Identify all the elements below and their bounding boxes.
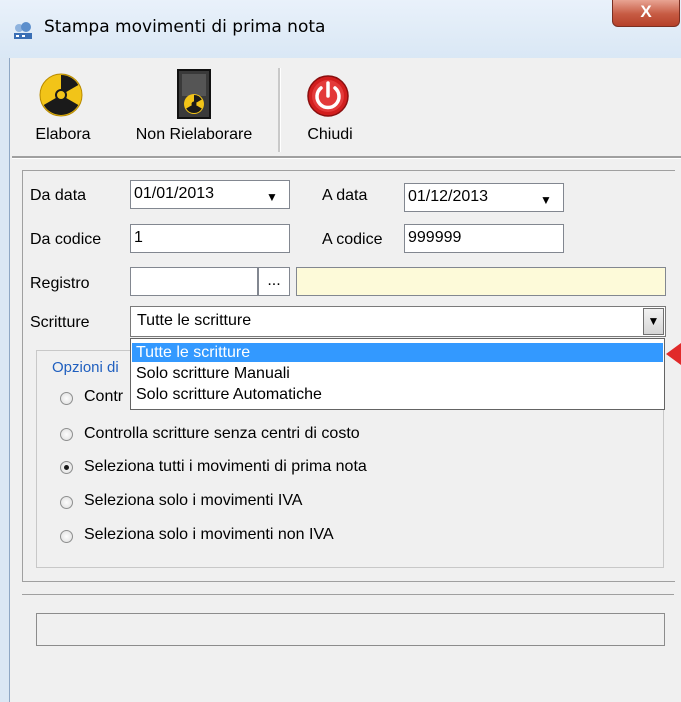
chiudi-label: Chiudi [307, 126, 353, 143]
elabora-button[interactable]: Elabora [14, 62, 112, 154]
app-icon [14, 22, 32, 39]
dropdown-option[interactable]: Tutte le scritture [132, 343, 663, 362]
close-window-button[interactable]: X [612, 0, 680, 27]
dropdown-option[interactable]: Solo scritture Automatiche [132, 385, 663, 404]
a-codice-field[interactable]: 999999 [404, 224, 564, 253]
a-data-value: 01/12/2013 [408, 188, 489, 205]
registro-field[interactable] [130, 267, 258, 296]
da-codice-label: Da codice [30, 231, 102, 248]
a-data-label: A data [322, 187, 368, 204]
da-data-field[interactable]: 01/01/2013 ▼ [130, 180, 290, 209]
dropdown-option[interactable]: Solo scritture Manuali [132, 364, 663, 383]
radio-option-4[interactable] [60, 530, 73, 543]
registro-label: Registro [30, 275, 90, 292]
scritture-label: Scritture [30, 314, 90, 331]
non-rielaborare-button[interactable]: Non Rielaborare [114, 62, 274, 154]
pointer-arrow-icon [666, 343, 681, 365]
option-label: Contr [84, 388, 124, 405]
option-label: Seleziona solo i movimenti IVA [84, 492, 303, 509]
options-group-title: Opzioni di [50, 359, 121, 376]
progress-bar [36, 613, 665, 646]
window-frame [0, 58, 10, 702]
toolbar-separator [278, 68, 281, 152]
non-rielaborare-label: Non Rielaborare [135, 126, 253, 143]
window-title: Stampa movimenti di prima nota [44, 17, 326, 37]
da-data-value: 01/01/2013 [134, 185, 215, 202]
a-data-field[interactable]: 01/12/2013 ▼ [404, 183, 564, 212]
radio-option-2[interactable] [60, 461, 73, 474]
da-codice-field[interactable]: 1 [130, 224, 290, 253]
calendar-dropdown-icon[interactable]: ▼ [539, 189, 553, 211]
radio-option-1[interactable] [60, 428, 73, 441]
elabora-label: Elabora [35, 126, 91, 143]
option-label: Controlla scritture senza centri di cost… [84, 425, 360, 442]
radio-selected-dot [64, 465, 69, 470]
scritture-dropdown-list: Tutte le scritture Solo scritture Manual… [130, 338, 665, 410]
chevron-down-icon[interactable]: ▼ [643, 308, 664, 335]
da-data-label: Da data [30, 187, 87, 204]
option-label: Seleziona tutti i movimenti di prima not… [84, 458, 367, 475]
radiation-icon [39, 73, 83, 117]
scritture-value: Tutte le scritture [137, 312, 252, 329]
radio-option-3[interactable] [60, 496, 73, 509]
radio-option-0[interactable] [60, 392, 73, 405]
calendar-dropdown-icon[interactable]: ▼ [265, 186, 279, 208]
power-icon [307, 75, 349, 117]
registro-browse-button[interactable]: ... [258, 267, 290, 296]
chiudi-button[interactable]: Chiudi [290, 62, 370, 154]
toolbar-divider [12, 156, 681, 159]
registro-description-field [296, 267, 666, 296]
scritture-combobox[interactable]: Tutte le scritture ▼ [130, 306, 666, 337]
a-codice-label: A codice [322, 231, 383, 248]
option-label: Seleziona solo i movimenti non IVA [84, 526, 334, 543]
toolbar: Elabora Non Rielaborare Chiudi [14, 62, 681, 154]
radiation-box-icon [177, 69, 211, 119]
